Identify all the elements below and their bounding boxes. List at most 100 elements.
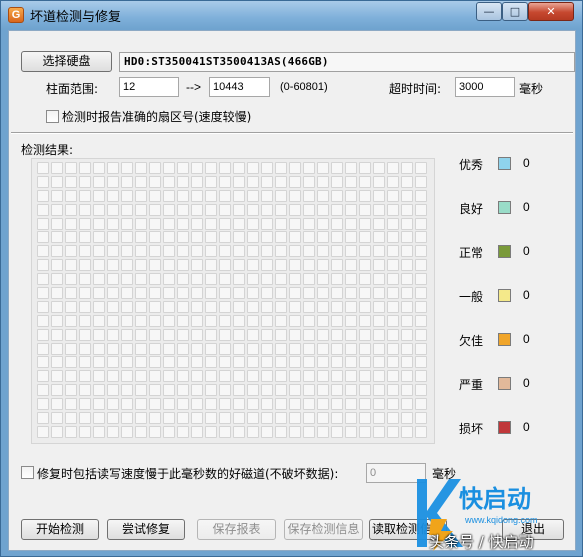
grid-cell — [219, 314, 231, 327]
grid-cell — [345, 300, 357, 313]
grid-cell — [345, 245, 357, 258]
grid-cell — [135, 273, 147, 286]
grid-cell — [415, 398, 427, 411]
grid-cell — [247, 370, 259, 383]
grid-cell — [415, 231, 427, 244]
grid-cell — [289, 314, 301, 327]
grid-cell — [331, 189, 343, 202]
grid-cell — [191, 259, 203, 272]
grid-cell — [303, 259, 315, 272]
grid-cell — [401, 398, 413, 411]
grid-cell — [219, 175, 231, 188]
grid-cell — [275, 314, 287, 327]
legend-label: 严重 — [459, 378, 484, 392]
grid-cell — [373, 245, 385, 258]
grid-cell — [261, 162, 273, 174]
grid-cell — [51, 245, 63, 258]
grid-cell — [359, 162, 371, 174]
grid-cell — [219, 203, 231, 216]
save-info-button[interactable]: 保存检测信息 — [284, 519, 363, 540]
grid-cell — [275, 300, 287, 313]
grid-cell — [359, 328, 371, 341]
grid-cell — [205, 328, 217, 341]
grid-cell — [275, 231, 287, 244]
grid-cell — [79, 328, 91, 341]
grid-cell — [37, 370, 49, 383]
grid-cell — [51, 356, 63, 369]
grid-cell — [107, 273, 119, 286]
grid-cell — [37, 231, 49, 244]
grid-cell — [191, 412, 203, 425]
grid-cell — [415, 300, 427, 313]
grid-cell — [345, 231, 357, 244]
grid-cell — [177, 384, 189, 397]
grid-cell — [247, 412, 259, 425]
grid-cell — [345, 203, 357, 216]
grid-cell — [401, 370, 413, 383]
grid-cell — [79, 245, 91, 258]
grid-cell — [401, 217, 413, 230]
grid-cell — [289, 300, 301, 313]
close-button[interactable]: ✕ — [528, 2, 574, 21]
report-sector-checkbox[interactable] — [46, 110, 59, 123]
grid-cell — [107, 162, 119, 174]
grid-cell — [191, 356, 203, 369]
grid-cell — [37, 259, 49, 272]
grid-cell — [401, 203, 413, 216]
grid-cell — [219, 384, 231, 397]
grid-cell — [275, 273, 287, 286]
grid-cell — [219, 356, 231, 369]
legend-label: 损坏 — [459, 422, 484, 436]
try-repair-button[interactable]: 尝试修复 — [107, 519, 185, 540]
range-start-input[interactable]: 12 — [119, 77, 179, 97]
grid-cell — [51, 342, 63, 355]
minimize-button[interactable]: — — [476, 2, 502, 21]
legend-label: 良好 — [459, 202, 484, 216]
grid-cell — [331, 259, 343, 272]
grid-cell — [163, 231, 175, 244]
grid-cell — [65, 300, 77, 313]
grid-cell — [177, 203, 189, 216]
grid-cell — [93, 259, 105, 272]
select-disk-button[interactable]: 选择硬盘 — [21, 51, 112, 72]
grid-cell — [233, 203, 245, 216]
grid-cell — [163, 356, 175, 369]
grid-cell — [331, 356, 343, 369]
save-report-button[interactable]: 保存报表 — [197, 519, 276, 540]
grid-cell — [37, 425, 49, 438]
grid-cell — [177, 412, 189, 425]
timeout-input[interactable]: 3000 — [455, 77, 515, 97]
grid-cell — [191, 314, 203, 327]
repair-slow-checkbox[interactable] — [21, 466, 34, 479]
grid-cell — [205, 162, 217, 174]
grid-cell — [177, 162, 189, 174]
grid-cell — [149, 342, 161, 355]
grid-cell — [373, 328, 385, 341]
grid-cell — [65, 231, 77, 244]
grid-cell — [51, 231, 63, 244]
grid-cell — [303, 425, 315, 438]
maximize-button[interactable]: □ — [502, 2, 528, 21]
start-detect-button[interactable]: 开始检测 — [21, 519, 99, 540]
grid-cell — [107, 217, 119, 230]
grid-cell — [107, 314, 119, 327]
grid-cell — [51, 217, 63, 230]
grid-cell — [289, 175, 301, 188]
grid-cell — [359, 259, 371, 272]
grid-cell — [65, 412, 77, 425]
grid-cell — [121, 412, 133, 425]
grid-cell — [247, 162, 259, 174]
grid-cell — [135, 425, 147, 438]
grid-cell — [317, 175, 329, 188]
grid-cell — [401, 412, 413, 425]
dialog-body: 选择硬盘 HD0:ST350041ST3500413AS(466GB) 柱面范围… — [8, 30, 576, 551]
title-bar[interactable]: G 坏道检测与修复 — □ ✕ — [1, 1, 582, 29]
range-end-input[interactable]: 10443 — [209, 77, 270, 97]
grid-cell — [149, 356, 161, 369]
grid-cell — [275, 412, 287, 425]
grid-cell — [387, 245, 399, 258]
grid-cell — [373, 189, 385, 202]
grid-cell — [79, 203, 91, 216]
grid-cell — [177, 273, 189, 286]
range-arrow: --> — [186, 80, 201, 94]
